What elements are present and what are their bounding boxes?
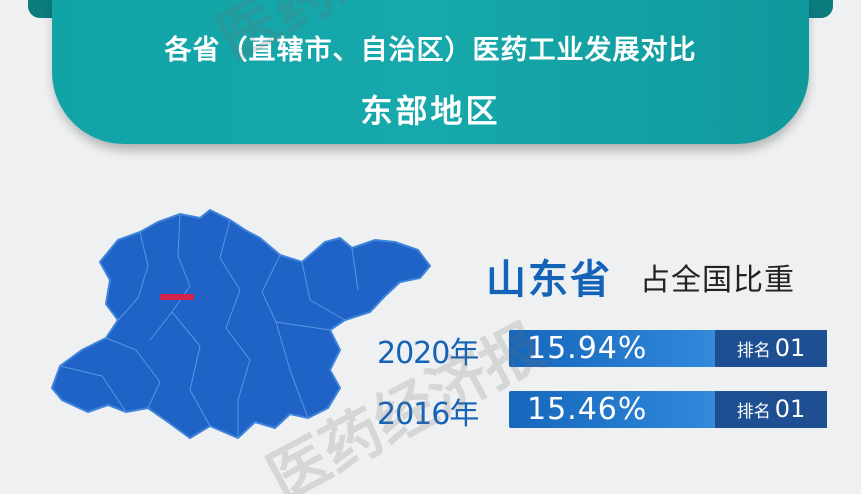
share-bar: 15.46% 排名 01	[509, 391, 827, 428]
province-name: 山东省	[486, 257, 612, 303]
share-label: 占全国比重	[640, 263, 795, 298]
rank-value: 01	[774, 395, 806, 423]
rank-badge: 排名 01	[715, 330, 827, 367]
rank-badge: 排名 01	[715, 391, 827, 428]
rank-label: 排名	[736, 341, 771, 361]
page-subtitle: 东部地区	[360, 92, 501, 130]
rank-label: 排名	[736, 402, 771, 422]
capital-marker	[160, 294, 194, 300]
page-title: 各省（直辖市、自治区）医药工业发展对比	[164, 35, 697, 66]
share-bar: 15.94% 排名 01	[509, 330, 827, 367]
share-percent: 15.46%	[527, 392, 648, 427]
rank-value: 01	[774, 334, 806, 362]
